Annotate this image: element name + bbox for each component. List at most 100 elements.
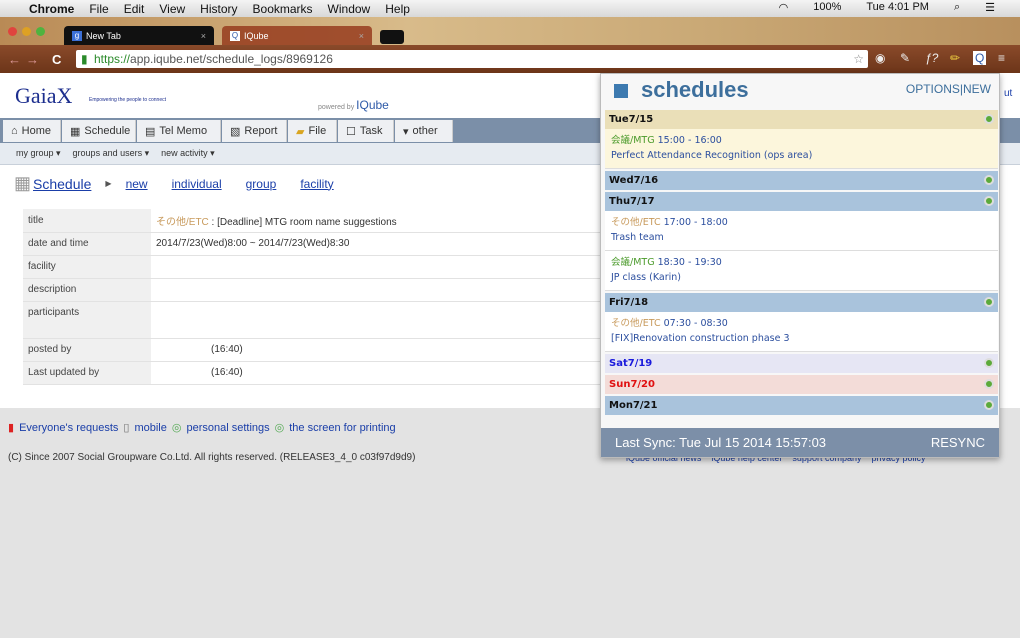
nav-home[interactable]: ⌂ Home	[3, 120, 61, 142]
nav-tel-memo[interactable]: ▤ Tel Memo	[137, 120, 221, 142]
field-label: title	[23, 209, 151, 233]
event-name[interactable]: Perfect Attendance Recognition (ops area…	[611, 148, 992, 163]
menu-window[interactable]: Window	[328, 2, 371, 16]
extension-chrome-icon[interactable]: ◉	[875, 51, 885, 65]
nav-other[interactable]: ▾ other	[395, 120, 453, 142]
menu-bookmarks[interactable]: Bookmarks	[253, 2, 313, 16]
menu-help[interactable]: Help	[385, 2, 410, 16]
personal-settings-link[interactable]: personal settings	[186, 422, 269, 434]
tab-new-tab[interactable]: g New Tab ×	[64, 26, 214, 45]
add-event-icon[interactable]	[984, 358, 994, 368]
close-tab-icon[interactable]: ×	[201, 31, 206, 41]
event-name[interactable]: Trash team	[611, 230, 992, 245]
groups-users-menu[interactable]: groups and users ▾	[73, 148, 150, 159]
day-label: Sat7/19	[609, 358, 653, 369]
extension-icon[interactable]: ✎	[900, 51, 910, 65]
table-row: participants	[23, 301, 613, 339]
url-path: app.iqube.net/schedule_logs/8969126	[130, 52, 333, 66]
my-group-menu[interactable]: my group ▾	[16, 148, 61, 159]
event-time: 17:00 - 18:00	[663, 217, 728, 228]
chrome-menu-icon[interactable]: ≡	[998, 51, 1005, 65]
schedules-logo-icon	[614, 84, 628, 98]
link-facility[interactable]: facility	[300, 177, 333, 191]
menu-history[interactable]: History	[200, 2, 237, 16]
spotlight-icon[interactable]: ⌕	[954, 1, 960, 14]
add-event-icon[interactable]	[984, 379, 994, 389]
logout-link[interactable]: ut	[1004, 88, 1012, 99]
close-window-button[interactable]	[8, 27, 17, 36]
field-label: date and time	[23, 232, 151, 256]
task-icon: ☐	[346, 125, 356, 138]
event-item[interactable]: 会議/MTG 18:30 - 19:30 JP class (Karin)	[605, 251, 998, 291]
day-label: Sun7/20	[609, 379, 655, 390]
add-event-icon[interactable]	[984, 175, 994, 185]
clock[interactable]: Tue 4:01 PM	[866, 1, 929, 14]
menu-edit[interactable]: Edit	[124, 2, 145, 16]
breadcrumb: ▦ Schedule ▶ new individual group facili…	[14, 173, 334, 194]
tab-iqube[interactable]: Q IQube ×	[222, 26, 372, 45]
link-new[interactable]: new	[126, 177, 148, 191]
nav-schedule[interactable]: ▦ Schedule	[62, 120, 136, 142]
field-label: participants	[23, 301, 151, 339]
event-name[interactable]: [FIX]Renovation construction phase 3	[611, 331, 992, 346]
new-tab-button[interactable]	[380, 30, 404, 44]
wifi-icon[interactable]: ◠	[779, 1, 789, 14]
gaiax-logo[interactable]: GaiaX	[15, 83, 72, 109]
print-screen-link[interactable]: the screen for printing	[289, 422, 395, 434]
iqube-brand: IQube	[356, 98, 389, 112]
mobile-icon: ▯	[123, 422, 130, 434]
copyright: (C) Since 2007 Social Groupware Co.Ltd. …	[8, 452, 416, 463]
nav-task[interactable]: ☐ Task	[338, 120, 394, 142]
event-name[interactable]: JP class (Karin)	[611, 270, 992, 285]
add-event-icon[interactable]	[984, 196, 994, 206]
memo-icon: ▤	[145, 125, 156, 138]
day-label: Tue7/15	[609, 114, 654, 125]
options-link[interactable]: OPTIONS	[906, 82, 960, 96]
event-category: その他/ETC	[611, 217, 661, 228]
reload-icon[interactable]: C	[52, 52, 61, 67]
add-event-icon[interactable]	[984, 297, 994, 307]
mobile-link[interactable]: mobile	[134, 422, 166, 434]
add-event-icon[interactable]	[984, 114, 994, 124]
address-bar[interactable]: ▮ https://app.iqube.net/schedule_logs/89…	[76, 50, 868, 68]
nav-file[interactable]: ▰ File	[288, 120, 337, 142]
link-individual[interactable]: individual	[172, 177, 222, 191]
event-time: 15:00 - 16:00	[657, 135, 722, 146]
add-event-icon[interactable]	[984, 400, 994, 410]
tagline: Empowering the people to connect	[89, 97, 166, 103]
new-activity-menu[interactable]: new activity ▾	[161, 148, 215, 159]
popup-header: schedules OPTIONS|NEW	[601, 74, 999, 108]
notification-center-icon[interactable]: ☰	[985, 1, 995, 14]
back-icon[interactable]: ←	[8, 52, 21, 67]
google-icon: g	[72, 30, 82, 41]
resync-button[interactable]: RESYNC	[931, 435, 985, 450]
report-icon: ▧	[230, 125, 241, 138]
zoom-window-button[interactable]	[36, 27, 45, 36]
day-list: Tue7/15 会議/MTG 15:00 - 16:00 Perfect Atten…	[605, 110, 998, 417]
extension-pencil-icon[interactable]: ✏	[950, 51, 960, 65]
bookmark-star-icon[interactable]: ☆	[853, 50, 864, 68]
extension-iqube-icon[interactable]: Q	[973, 51, 987, 65]
event-item[interactable]: その他/ETC 17:00 - 18:00 Trash team	[605, 211, 998, 251]
field-label: posted by	[23, 338, 151, 362]
close-tab-icon[interactable]: ×	[359, 31, 364, 41]
everyones-requests-link[interactable]: Everyone's requests	[19, 422, 118, 434]
menu-view[interactable]: View	[159, 2, 185, 16]
day-label: Fri7/18	[609, 297, 649, 308]
powered-by: powered by IQube	[318, 98, 389, 112]
menu-file[interactable]: File	[89, 2, 108, 16]
event-time: 07:30 - 08:30	[663, 318, 728, 329]
table-row: posted by (16:40)	[23, 338, 613, 362]
battery-status[interactable]: 100%	[813, 1, 841, 14]
link-group[interactable]: group	[246, 177, 277, 191]
menu-app[interactable]: Chrome	[29, 2, 74, 16]
schedule-title-link[interactable]: Schedule	[33, 176, 91, 192]
event-item[interactable]: その他/ETC 07:30 - 08:30 [FIX]Renovation con…	[605, 312, 998, 352]
new-link[interactable]: NEW	[963, 82, 991, 96]
forward-icon[interactable]: →	[26, 52, 39, 67]
event-item[interactable]: 会議/MTG 15:00 - 16:00 Perfect Attendance R…	[605, 129, 998, 169]
minimize-window-button[interactable]	[22, 27, 31, 36]
extension-formula-icon[interactable]: ƒ?	[925, 51, 938, 65]
nav-report[interactable]: ▧ Report	[222, 120, 287, 142]
field-label: description	[23, 278, 151, 302]
